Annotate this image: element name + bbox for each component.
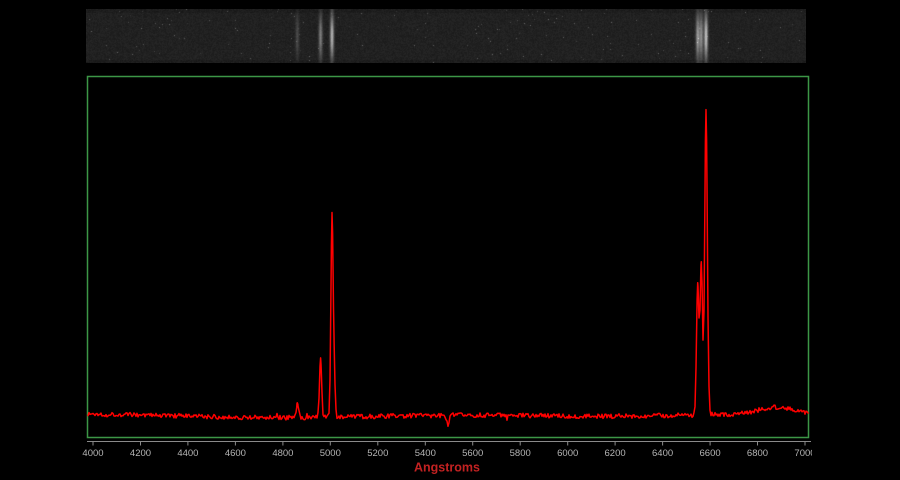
x-axis-tick-label: 4000 <box>82 448 103 459</box>
x-axis-label: Angstroms <box>414 461 480 475</box>
x-axis-tick-label: 4200 <box>130 448 151 459</box>
spectrum-plot[interactable]: 4000 4200 4400 4600 4800 5000 5200 5400 5600 5800… <box>0 0 900 480</box>
x-axis-tick-label: 5800 <box>510 448 531 459</box>
x-axis-tick-label: 6000 <box>557 448 578 459</box>
x-axis-ticks <box>93 442 805 446</box>
x-axis-tick-label: 6200 <box>605 448 626 459</box>
plot-border <box>88 77 809 438</box>
x-axis-tick-labels: 4000 4200 4400 4600 4800 5000 5200 5400 5600 5800… <box>82 448 815 459</box>
spectrum-trace-line <box>88 110 808 427</box>
x-axis-tick-label: 6800 <box>747 448 768 459</box>
x-axis-tick-label: 4800 <box>272 448 293 459</box>
x-axis-tick-label: 5200 <box>367 448 388 459</box>
x-axis-tick-label: 5000 <box>320 448 341 459</box>
x-axis-tick-label: 7000 <box>794 448 815 459</box>
spectroscopy-app-window: 4000 4200 4400 4600 4800 5000 5200 5400 5600 5800… <box>0 0 900 480</box>
x-axis-tick-label: 5600 <box>462 448 483 459</box>
x-axis-tick-label: 5400 <box>415 448 436 459</box>
x-axis-tick-label: 6600 <box>700 448 721 459</box>
x-axis-tick-label: 6400 <box>652 448 673 459</box>
x-axis-tick-label: 4400 <box>177 448 198 459</box>
x-axis-tick-label: 4600 <box>225 448 246 459</box>
